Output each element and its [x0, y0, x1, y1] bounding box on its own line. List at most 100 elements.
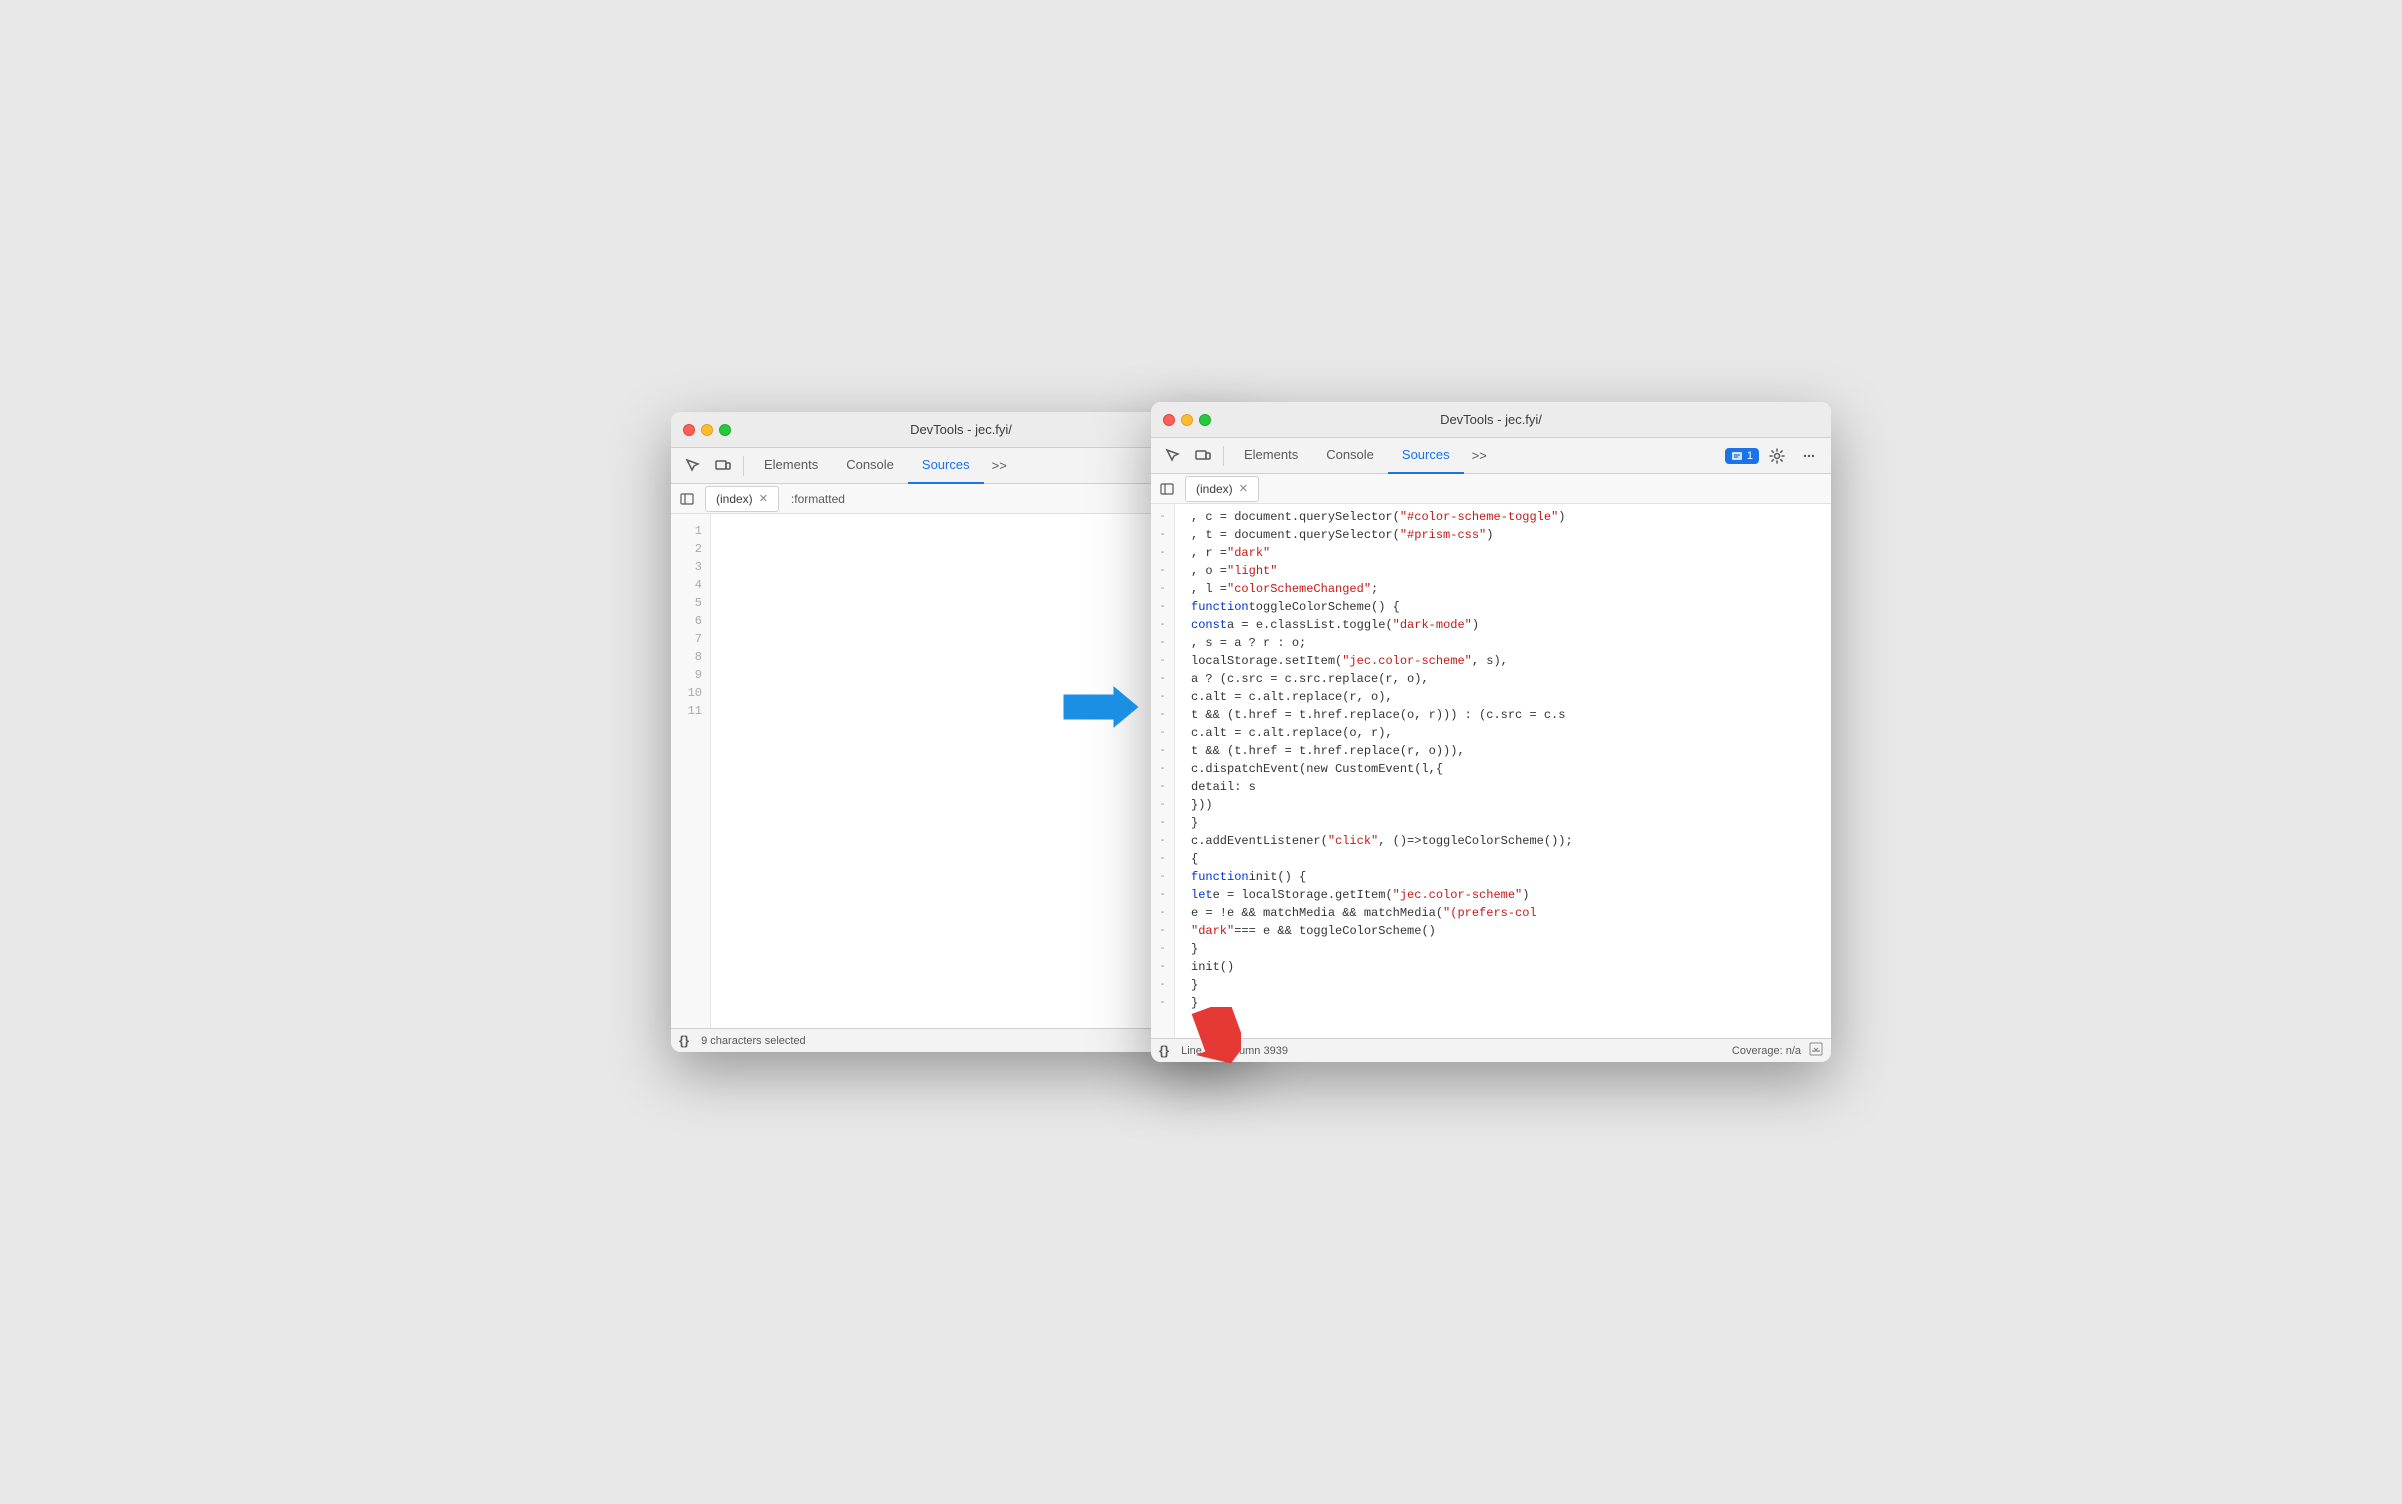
sidebar-toggle-front[interactable] — [1155, 477, 1179, 501]
code-row-19: c.addEventListener("click", ()=>toggleCo… — [1183, 832, 1831, 850]
gutter-12: - — [1151, 706, 1174, 724]
file-tab-index-back[interactable]: (index) ✕ — [705, 486, 779, 512]
line-num-9: 9 — [671, 666, 710, 684]
coverage-front: Coverage: n/a — [1732, 1042, 1823, 1059]
file-tabs-bar-front: (index) ✕ — [1151, 474, 1831, 504]
device-toggle-icon-front[interactable] — [1189, 442, 1217, 470]
gutter-14: - — [1151, 742, 1174, 760]
close-button-back[interactable] — [683, 424, 695, 436]
maximize-button-back[interactable] — [719, 424, 731, 436]
gutter-19: - — [1151, 832, 1174, 850]
maximize-button-front[interactable] — [1199, 414, 1211, 426]
gutter-8: - — [1151, 634, 1174, 652]
code-row-13: c.alt = c.alt.replace(o, r), — [1183, 724, 1831, 742]
code-row-8: , s = a ? r : o; — [1183, 634, 1831, 652]
gutter-18: - — [1151, 814, 1174, 832]
close-button-front[interactable] — [1163, 414, 1175, 426]
code-row-18: } — [1183, 814, 1831, 832]
coverage-label-front: Coverage: n/a — [1732, 1045, 1801, 1057]
code-row-15: c.dispatchEvent(new CustomEvent(l,{ — [1183, 760, 1831, 778]
code-row-14: t && (t.href = t.href.replace(r, o))), — [1183, 742, 1831, 760]
nav-tabs-front: Elements Console Sources >> — [1230, 438, 1723, 474]
status-bar-front: {} Line 11, Column 3939 Coverage: n/a — [1151, 1038, 1831, 1062]
gutter-27: - — [1151, 976, 1174, 994]
line-num-10: 10 — [671, 684, 710, 702]
line-numbers-back: 1 2 3 4 5 6 7 8 9 10 11 — [671, 514, 711, 1028]
code-row-20: { — [1183, 850, 1831, 868]
gutter-24: - — [1151, 922, 1174, 940]
red-arrow-annotation — [1191, 1007, 1241, 1067]
toolbar-right-front: 1 — [1725, 442, 1823, 470]
gutter-10: - — [1151, 670, 1174, 688]
tab-sources-back[interactable]: Sources — [908, 448, 984, 484]
blue-arrow-annotation — [1061, 682, 1141, 732]
line-num-11: 11 — [671, 702, 710, 720]
code-row-12: t && (t.href = t.href.replace(o, r))) : … — [1183, 706, 1831, 724]
tab-more-back[interactable]: >> — [984, 448, 1015, 484]
gutter-26: - — [1151, 958, 1174, 976]
format-icon-back[interactable]: {} — [679, 1033, 689, 1048]
gutter-23: - — [1151, 904, 1174, 922]
code-row-6: function toggleColorScheme() { — [1183, 598, 1831, 616]
sidebar-toggle-back[interactable] — [675, 487, 699, 511]
code-row-2: , t = document.querySelector("#prism-css… — [1183, 526, 1831, 544]
more-icon-front[interactable] — [1795, 442, 1823, 470]
line-num-6: 6 — [671, 612, 710, 630]
gutter-21: - — [1151, 868, 1174, 886]
tab-more-front[interactable]: >> — [1464, 438, 1495, 474]
code-row-27: } — [1183, 976, 1831, 994]
code-row-25: } — [1183, 940, 1831, 958]
inspect-icon-front[interactable] — [1159, 442, 1187, 470]
inspect-icon[interactable] — [679, 452, 707, 480]
device-toggle-icon[interactable] — [709, 452, 737, 480]
code-row-26: init() — [1183, 958, 1831, 976]
code-row-9: localStorage.setItem("jec.color-scheme",… — [1183, 652, 1831, 670]
line-num-4: 4 — [671, 576, 710, 594]
code-row-24: "dark" === e && toggleColorScheme() — [1183, 922, 1831, 940]
tab-console-back[interactable]: Console — [832, 448, 908, 484]
tab-elements-front[interactable]: Elements — [1230, 438, 1312, 474]
gutter-2: - — [1151, 526, 1174, 544]
minimize-button-back[interactable] — [701, 424, 713, 436]
file-tab-close-front[interactable]: ✕ — [1239, 482, 1248, 495]
tab-console-front[interactable]: Console — [1312, 438, 1388, 474]
devtools-window-front: DevTools - jec.fyi/ Elements Console Sou… — [1151, 402, 1831, 1062]
scroll-to-bottom-icon[interactable] — [1809, 1042, 1823, 1059]
gutter-15: - — [1151, 760, 1174, 778]
line-num-7: 7 — [671, 630, 710, 648]
gutter-11: - — [1151, 688, 1174, 706]
traffic-lights-front — [1163, 414, 1211, 426]
notification-count: 1 — [1747, 450, 1753, 462]
code-row-21: function init() { — [1183, 868, 1831, 886]
code-row-23: e = !e && matchMedia && matchMedia("(pre… — [1183, 904, 1831, 922]
tab-sources-front[interactable]: Sources — [1388, 438, 1464, 474]
gutter-22: - — [1151, 886, 1174, 904]
settings-icon-front[interactable] — [1763, 442, 1791, 470]
gutter-20: - — [1151, 850, 1174, 868]
toolbar-separator-front — [1223, 446, 1224, 466]
code-lines-front[interactable]: , c = document.querySelector("#color-sch… — [1175, 504, 1831, 1038]
file-tab-label-front: (index) — [1196, 482, 1233, 496]
file-tab-formatted-back[interactable]: :formatted — [781, 486, 855, 512]
code-content-front: - - - - - - - - - - - - - - - - - — [1151, 504, 1831, 1038]
code-row-22: let e = localStorage.getItem("jec.color-… — [1183, 886, 1831, 904]
gutter-13: - — [1151, 724, 1174, 742]
minimize-button-front[interactable] — [1181, 414, 1193, 426]
file-tab-index-front[interactable]: (index) ✕ — [1185, 476, 1259, 502]
format-icon-front[interactable]: {} — [1159, 1043, 1169, 1058]
window-title-back: DevTools - jec.fyi/ — [910, 422, 1012, 437]
code-row-5: , l = "colorSchemeChanged"; — [1183, 580, 1831, 598]
notification-badge[interactable]: 1 — [1725, 448, 1759, 464]
gutter-3: - — [1151, 544, 1174, 562]
line-num-3: 3 — [671, 558, 710, 576]
code-row-16: detail: s — [1183, 778, 1831, 796]
tab-elements-back[interactable]: Elements — [750, 448, 832, 484]
file-tab-close-back[interactable]: ✕ — [759, 492, 768, 505]
toolbar-separator-1 — [743, 456, 744, 476]
gutter-7: - — [1151, 616, 1174, 634]
toolbar-front: Elements Console Sources >> 1 — [1151, 438, 1831, 474]
gutter-column: - - - - - - - - - - - - - - - - - — [1151, 504, 1175, 1038]
code-row-10: a ? (c.src = c.src.replace(r, o), — [1183, 670, 1831, 688]
code-row-11: c.alt = c.alt.replace(r, o), — [1183, 688, 1831, 706]
gutter-16: - — [1151, 778, 1174, 796]
